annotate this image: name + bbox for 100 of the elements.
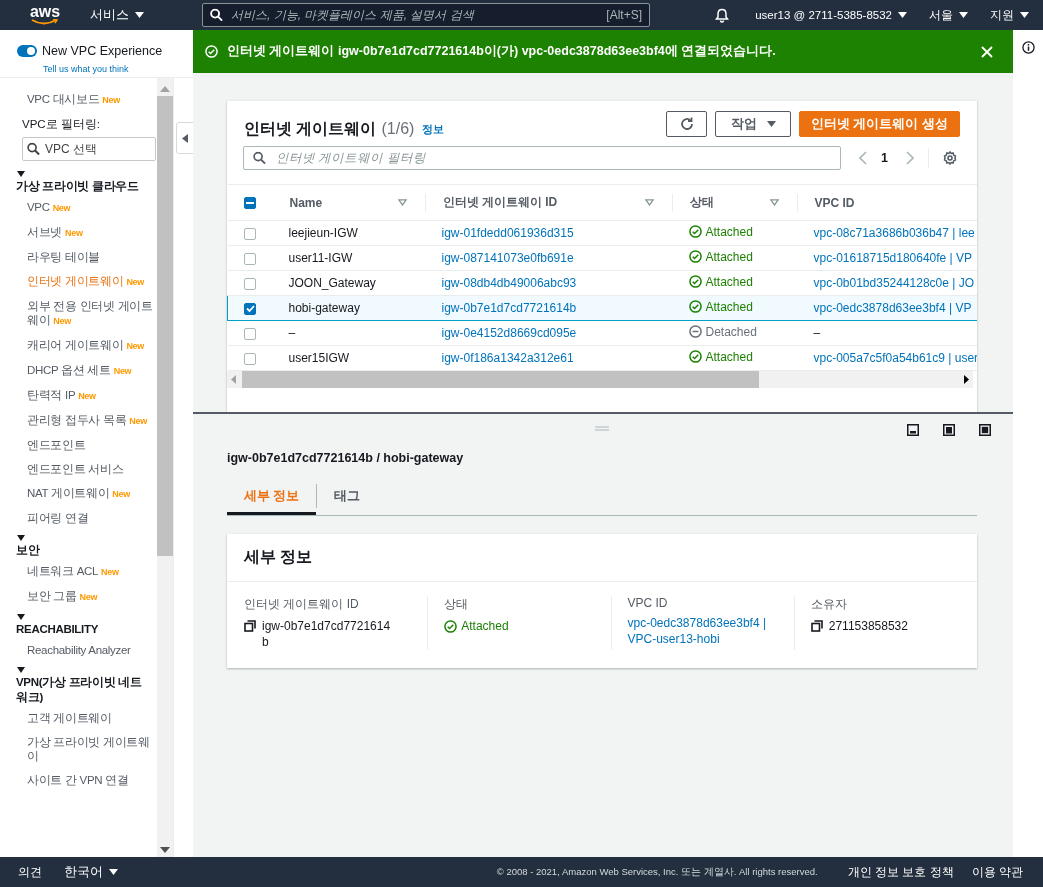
bell-icon[interactable] (715, 7, 730, 23)
scroll-down-icon[interactable] (160, 847, 170, 853)
gateway-id-link[interactable]: igw-0f186a1342a312e61 (441, 351, 574, 365)
nav-link[interactable]: Reachability Analyzer (0, 643, 157, 657)
row-checkbox[interactable] (243, 352, 256, 365)
row-checkbox[interactable] (243, 327, 256, 340)
table-cell: – (813, 326, 821, 340)
vpc-id-link[interactable]: vpc-08c71a3686b036b47 | lee (813, 226, 975, 240)
panel-layout-icon[interactable] (907, 424, 919, 436)
scroll-right-icon[interactable] (964, 375, 969, 384)
nav-link[interactable]: 관리형 접두사 목록 New (0, 413, 157, 428)
search-icon (253, 151, 266, 165)
privacy-link[interactable]: 개인 정보 보호 정책 (847, 863, 954, 881)
nav-link[interactable]: 엔드포인트 (0, 438, 157, 452)
new-label: New (112, 489, 130, 499)
nav-link[interactable]: VPC New (0, 200, 157, 215)
collapse-triangle-icon[interactable] (17, 171, 25, 177)
check-circle-icon (444, 619, 458, 633)
item-count: (1/6) (381, 120, 415, 138)
collapse-triangle-icon[interactable] (17, 535, 25, 541)
nav-link[interactable]: 탄력적 IP New (0, 388, 157, 403)
vpc-id-link[interactable]: vpc-01618715d180640fe | VP (813, 251, 973, 265)
language-menu[interactable]: 한국어 (60, 863, 122, 881)
copy-icon[interactable] (244, 620, 256, 632)
status-text: Attached (705, 224, 753, 239)
nav-link[interactable]: 라우팅 테이블 (0, 250, 157, 264)
filter-field[interactable]: 인터넷 게이트웨이 필터링 (243, 146, 841, 170)
support-menu[interactable]: 지원 (986, 7, 1033, 23)
row-checkbox[interactable] (243, 227, 256, 240)
nav-link[interactable]: 외부 전용 인터넷 게이트웨이 New (0, 299, 157, 328)
vpc-id-link[interactable]: vpc-005a7c5f0a54b61c9 | user (813, 351, 977, 365)
vpc-filter-field[interactable]: VPC 선택 (22, 137, 156, 161)
drag-handle-icon[interactable] (595, 426, 609, 431)
panel-title: 인터넷 게이트웨이 (244, 118, 377, 139)
gateway-id-link[interactable]: igw-01fdedd061936d315 (441, 226, 574, 240)
filter-label: VPC로 필터링: (21, 117, 102, 132)
panel-layout-icon[interactable] (979, 424, 991, 436)
sort-icon[interactable] (769, 199, 779, 206)
nav-link[interactable]: 캐리어 게이트웨이 New (0, 338, 157, 353)
row-checkbox[interactable] (244, 302, 256, 315)
status-text: Attached (705, 349, 753, 364)
status-text: Attached (705, 299, 753, 314)
collapse-triangle-icon[interactable] (17, 667, 25, 673)
account-menu[interactable]: user13 @ 2711-5385-8532 (751, 9, 911, 21)
nav-link[interactable]: 보안 그룹 New (0, 589, 157, 604)
collapse-sidebar-button[interactable] (176, 122, 194, 154)
vpc-id-link[interactable]: vpc-0b01bd35244128c0e | JO (813, 276, 975, 290)
row-checkbox[interactable] (243, 277, 256, 290)
search-icon (210, 8, 223, 22)
nav-link[interactable]: 가상 프라이빗 게이트웨이 (0, 735, 157, 763)
tab[interactable]: 태그 (317, 477, 378, 515)
region-menu[interactable]: 서울 (925, 7, 972, 23)
copyright-text: © 2008 - 2021, Amazon Web Services, Inc. 또는 계열사. All rights reserved. (496, 865, 818, 879)
info-icon[interactable] (1021, 41, 1035, 54)
gateway-id-link[interactable]: igw-08db4db49006abc93 (441, 276, 577, 290)
nav-link[interactable]: VPC 대시보드 New (0, 92, 157, 107)
close-icon[interactable] (981, 45, 993, 58)
column-header[interactable]: Name (289, 195, 323, 210)
row-checkbox[interactable] (243, 252, 256, 265)
settings-icon[interactable] (942, 151, 957, 165)
column-header[interactable]: 인터넷 게이트웨이 ID (442, 194, 558, 211)
toggle-switch[interactable] (17, 45, 37, 57)
nav-link[interactable]: NAT 게이트웨이 New (0, 486, 157, 501)
feedback-link[interactable]: Tell us what you think (43, 64, 129, 74)
nav-link[interactable]: 네트워크 ACL New (0, 564, 157, 579)
services-menu[interactable]: 서비스 (86, 6, 148, 24)
sort-icon[interactable] (397, 199, 407, 206)
refresh-button[interactable] (666, 111, 707, 137)
aws-logo[interactable]: aws (30, 4, 60, 26)
column-header[interactable]: 상태 (689, 194, 714, 211)
nav-link[interactable]: 사이트 간 VPN 연결 (0, 773, 157, 787)
sort-icon[interactable] (644, 199, 654, 206)
check-circle-icon (688, 275, 702, 289)
table-cell: leejieun-IGW (288, 226, 358, 240)
nav-link[interactable]: 서브넷 New (0, 225, 157, 240)
collapse-triangle-icon[interactable] (17, 614, 25, 620)
select-all-checkbox[interactable] (243, 197, 256, 210)
column-header[interactable]: VPC ID (814, 195, 855, 210)
feedback-link[interactable]: 의견 (18, 863, 42, 881)
horizontal-scrollbar[interactable] (227, 371, 973, 388)
scrollbar[interactable] (157, 78, 173, 857)
section-title: 보안 (15, 543, 41, 558)
gateway-id-link[interactable]: igw-0e4152d8669cd095e (441, 326, 577, 340)
nav-link[interactable]: 피어링 연결 (0, 511, 157, 525)
search-icon (27, 142, 40, 156)
actions-dropdown[interactable]: 작업 (715, 111, 791, 137)
copy-icon[interactable] (810, 620, 823, 632)
caret-icon (898, 12, 907, 18)
terms-link[interactable]: 이용 약관 (971, 863, 1023, 881)
vpc-id-link[interactable]: vpc-0edc3878d63ee3bf4 | VPC-user13-hobi (627, 615, 778, 647)
table-row[interactable]: hobi-gateway igw-0b7e1d7cd7721614b Attached vpc-0edc3878d63ee3bf4 | VP (227, 295, 977, 321)
minus-icon (245, 202, 254, 205)
new-label: New (78, 391, 96, 401)
gateway-id-link[interactable]: igw-087141073e0fb691e (441, 251, 574, 265)
nav-link[interactable]: 고객 게이트웨이 (0, 711, 157, 725)
info-link[interactable]: 정보 (422, 123, 445, 137)
nav-link[interactable]: 엔드포인트 서비스 (0, 462, 157, 476)
nav-link[interactable]: DHCP 옵션 세트 New (0, 363, 157, 378)
page-number[interactable]: 1 (881, 151, 888, 165)
panel-layout-icon[interactable] (943, 424, 955, 436)
